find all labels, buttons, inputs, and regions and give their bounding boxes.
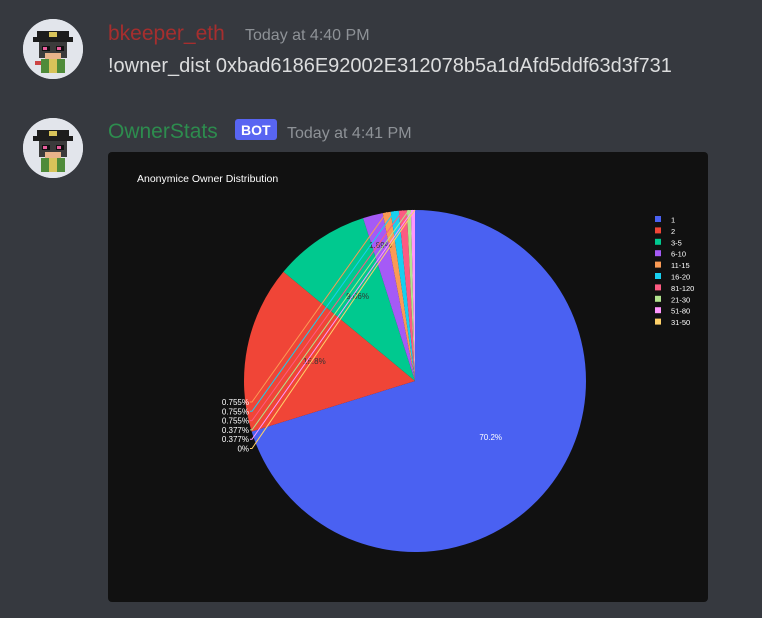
slice-label-1: 70.2%: [479, 433, 502, 442]
pie-chart: Anonymice Owner Distribution 70.2%15.8%9…: [137, 173, 694, 552]
legend-swatch-31-50[interactable]: [655, 318, 661, 325]
legend-label-6-10[interactable]: 6-10: [671, 250, 686, 259]
legend-swatch-11-15[interactable]: [655, 261, 661, 268]
slice-label-16-20: 0.755%: [222, 407, 249, 416]
legend-swatch-51-80[interactable]: [655, 307, 661, 314]
slice-label-11-15: 0.755%: [222, 398, 249, 407]
bot-tag: BOT: [235, 119, 277, 140]
legend-swatch-21-30[interactable]: [655, 295, 661, 302]
slice-label-51-80: 0.377%: [222, 435, 249, 444]
timestamp[interactable]: Today at 4:41 PM: [287, 125, 412, 143]
timestamp[interactable]: Today at 4:40 PM: [245, 27, 370, 45]
legend-label-3-5[interactable]: 3-5: [671, 238, 682, 247]
legend-label-81-120[interactable]: 81-120: [671, 284, 694, 293]
pixel-mouse-captain-avatar-icon: [23, 118, 83, 178]
chart-legend: 1 2 3-5 6-10 11-15 16-20 81-120 21-30 51-80 31-50: [655, 216, 694, 327]
legend-label-21-30[interactable]: 21-30: [671, 295, 690, 304]
legend-label-51-80[interactable]: 51-80: [671, 307, 690, 316]
legend-label-16-20[interactable]: 16-20: [671, 273, 690, 282]
legend-swatch-3-5[interactable]: [655, 238, 661, 245]
legend-label-31-50[interactable]: 31-50: [671, 318, 690, 327]
legend-label-11-15[interactable]: 11-15: [671, 261, 690, 270]
message-content: !owner_dist 0xbad6186E92002E312078b5a1dA…: [108, 55, 672, 77]
legend-swatch-6-10[interactable]: [655, 250, 661, 257]
legend-label-2[interactable]: 2: [671, 227, 675, 236]
legend-swatch-2[interactable]: [655, 227, 661, 234]
pixel-mouse-captain-avatar-icon: [23, 19, 83, 79]
legend-label-1[interactable]: 1: [671, 216, 675, 225]
chart-image-embed[interactable]: Anonymice Owner Distribution 70.2% 15.8% 9…: [108, 152, 708, 602]
slice-label-31-50: 0%: [237, 445, 249, 454]
author-name[interactable]: bkeeper_eth: [108, 22, 225, 46]
legend-swatch-16-20[interactable]: [655, 273, 661, 279]
slice-label-81-120: 0.755%: [222, 417, 249, 426]
author-name[interactable]: OwnerStats: [108, 120, 218, 144]
chart-title: Anonymice Owner Distribution: [137, 173, 278, 185]
slice-label-21-30: 0.377%: [222, 426, 249, 435]
legend-swatch-1[interactable]: [655, 216, 661, 222]
legend-swatch-81-120[interactable]: [655, 284, 661, 291]
avatar[interactable]: [23, 118, 83, 178]
avatar[interactable]: [23, 19, 83, 79]
